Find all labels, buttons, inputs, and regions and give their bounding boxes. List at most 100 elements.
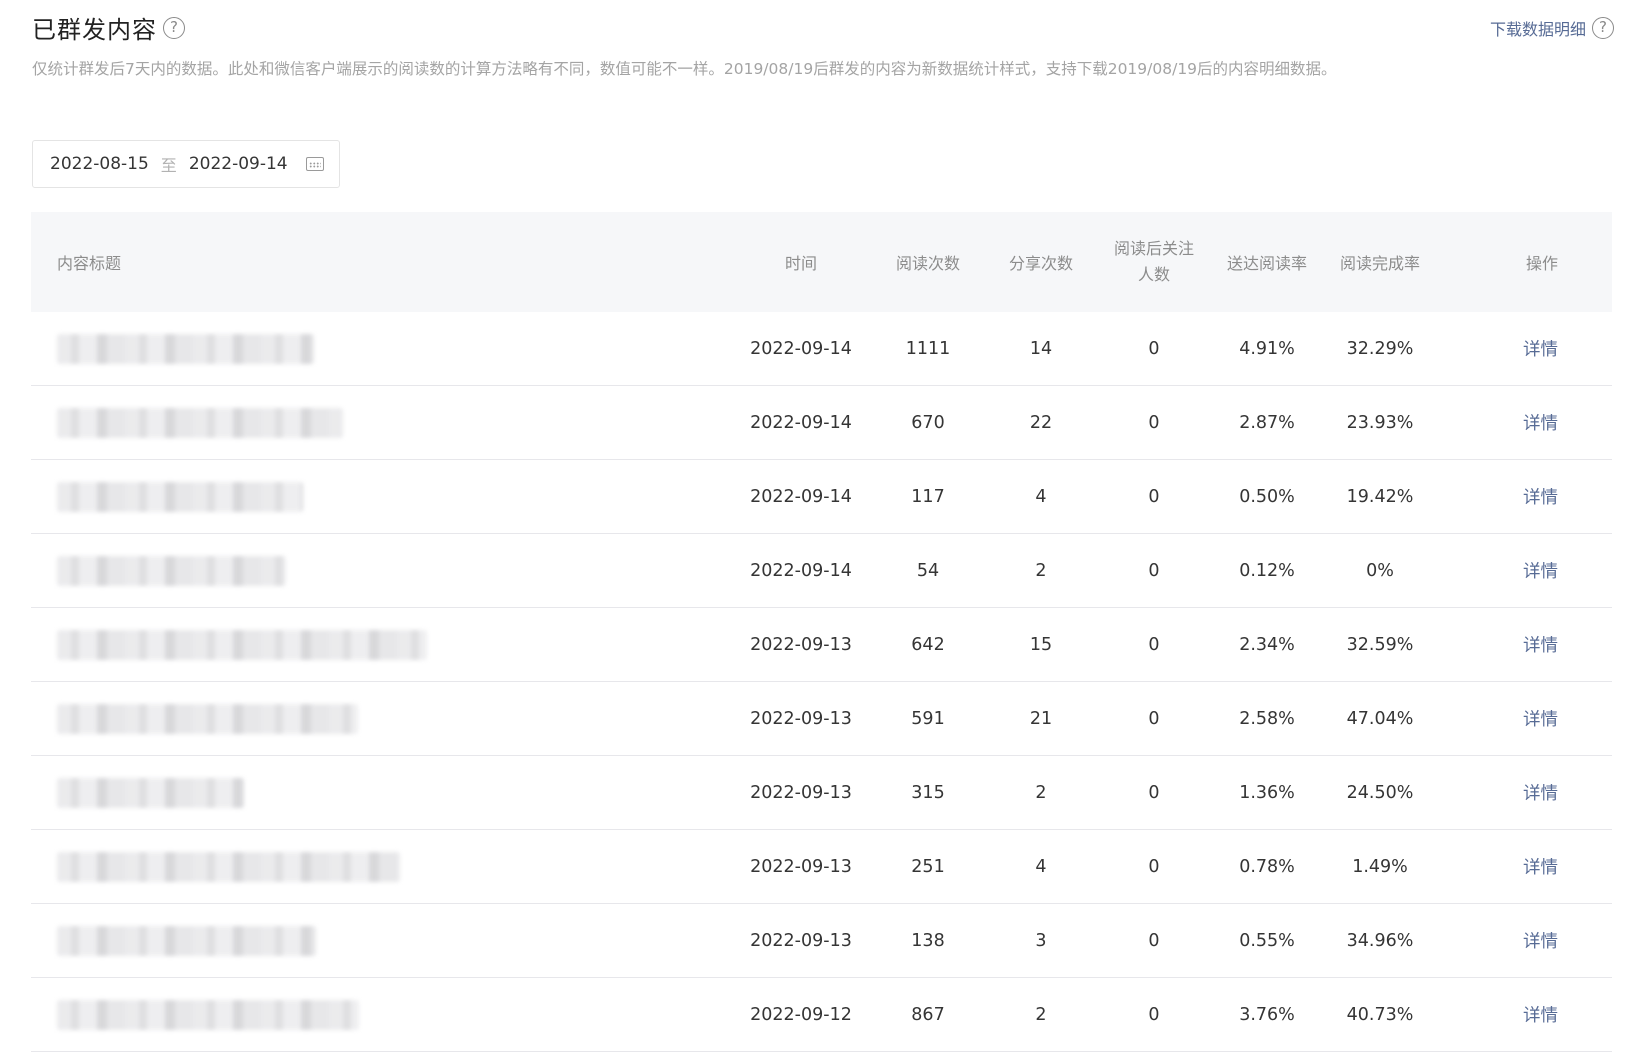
row-title[interactable]	[31, 629, 739, 660]
col-action-header: 操作	[1525, 254, 1558, 273]
date-separator: 至	[160, 156, 177, 175]
row-completion-rate: 32.29%	[1346, 338, 1414, 359]
row-delivery-rate: 2.87%	[1239, 412, 1295, 433]
row-date: 2022-09-14	[750, 338, 852, 359]
detail-link[interactable]: 详情	[1523, 340, 1558, 360]
row-title[interactable]	[31, 555, 739, 586]
row-shares: 3	[1035, 930, 1047, 951]
download-data-link[interactable]: 下载数据明细 ?	[1490, 16, 1614, 40]
row-title[interactable]	[31, 851, 739, 882]
row-completion-rate: 40.73%	[1346, 1004, 1414, 1025]
row-delivery-rate: 0.55%	[1239, 930, 1295, 951]
detail-link[interactable]: 详情	[1523, 710, 1558, 730]
row-delivery-rate: 0.12%	[1239, 560, 1295, 581]
redacted-title[interactable]	[57, 703, 358, 734]
calendar-icon[interactable]	[305, 157, 324, 171]
table-row: 2022-09-14 1111 14 0 4.91% 32.29% 详情	[31, 312, 1612, 386]
row-delivery-rate: 3.76%	[1239, 1004, 1295, 1025]
row-title[interactable]	[31, 999, 739, 1030]
row-follows: 0	[1148, 930, 1160, 951]
page-title-wrap: 已群发内容 ?	[32, 10, 185, 45]
date-end[interactable]: 2022-09-14	[189, 154, 288, 174]
row-date: 2022-09-14	[750, 486, 852, 507]
row-action[interactable]: 详情	[1445, 632, 1582, 657]
row-date: 2022-09-13	[750, 930, 852, 951]
download-help-icon[interactable]: ?	[1592, 17, 1614, 39]
redacted-title[interactable]	[57, 999, 359, 1030]
row-reads: 251	[911, 856, 945, 877]
detail-link[interactable]: 详情	[1523, 1006, 1558, 1026]
row-title[interactable]	[31, 481, 739, 512]
row-action[interactable]: 详情	[1445, 1002, 1582, 1027]
row-completion-rate: 19.42%	[1346, 486, 1414, 507]
redacted-title[interactable]	[57, 481, 303, 512]
row-action[interactable]: 详情	[1445, 336, 1582, 361]
content-table: 内容标题 时间 阅读次数 分享次数 阅读后关注 人数 送达阅读率 阅读完成率 操作…	[31, 212, 1612, 1052]
page-title: 已群发内容	[32, 16, 157, 44]
date-start[interactable]: 2022-08-15	[50, 154, 149, 174]
col-follows-header: 阅读后关注 人数	[1089, 236, 1219, 288]
row-reads: 867	[911, 1004, 945, 1025]
row-action[interactable]: 详情	[1445, 928, 1582, 953]
row-reads: 670	[911, 412, 945, 433]
row-delivery-rate: 4.91%	[1239, 338, 1295, 359]
row-action[interactable]: 详情	[1445, 854, 1582, 879]
row-shares: 22	[1029, 412, 1053, 433]
page: 已群发内容 ? 下载数据明细 ? 仅统计群发后7天内的数据。此处和微信客户端展示…	[0, 0, 1646, 1058]
row-shares: 14	[1029, 338, 1053, 359]
row-shares: 4	[1035, 486, 1047, 507]
row-title[interactable]	[31, 407, 739, 438]
row-date: 2022-09-14	[750, 560, 852, 581]
row-action[interactable]: 详情	[1445, 410, 1582, 435]
row-completion-rate: 0%	[1366, 560, 1394, 581]
detail-link[interactable]: 详情	[1523, 488, 1558, 508]
row-reads: 117	[911, 486, 945, 507]
row-completion-rate: 34.96%	[1346, 930, 1414, 951]
row-completion-rate: 32.59%	[1346, 634, 1414, 655]
row-action[interactable]: 详情	[1445, 484, 1582, 509]
row-action[interactable]: 详情	[1445, 780, 1582, 805]
row-date: 2022-09-13	[750, 782, 852, 803]
redacted-title[interactable]	[57, 851, 400, 882]
table-body: 2022-09-14 1111 14 0 4.91% 32.29% 详情 2022-09-14…	[31, 312, 1612, 1052]
col-completion-rate-header: 阅读完成率	[1339, 254, 1420, 273]
row-delivery-rate: 0.50%	[1239, 486, 1295, 507]
detail-link[interactable]: 详情	[1523, 636, 1558, 656]
detail-link[interactable]: 详情	[1523, 858, 1558, 878]
row-date: 2022-09-12	[750, 1004, 852, 1025]
row-delivery-rate: 1.36%	[1239, 782, 1295, 803]
table-row: 2022-09-13 315 2 0 1.36% 24.50% 详情	[31, 756, 1612, 830]
row-title[interactable]	[31, 777, 739, 808]
row-title[interactable]	[31, 703, 739, 734]
row-title[interactable]	[31, 333, 739, 364]
description-text: 仅统计群发后7天内的数据。此处和微信客户端展示的阅读数的计算方法略有不同，数值可…	[32, 60, 1337, 78]
detail-link[interactable]: 详情	[1523, 932, 1558, 952]
download-label[interactable]: 下载数据明细	[1490, 16, 1586, 40]
row-shares: 2	[1035, 560, 1047, 581]
detail-link[interactable]: 详情	[1523, 414, 1558, 434]
row-reads: 315	[911, 782, 945, 803]
redacted-title[interactable]	[57, 925, 316, 956]
row-reads: 591	[911, 708, 945, 729]
redacted-title[interactable]	[57, 407, 343, 438]
row-action[interactable]: 详情	[1445, 558, 1582, 583]
detail-link[interactable]: 详情	[1523, 784, 1558, 804]
table-row: 2022-09-13 591 21 0 2.58% 47.04% 详情	[31, 682, 1612, 756]
redacted-title[interactable]	[57, 629, 427, 660]
detail-link[interactable]: 详情	[1523, 562, 1558, 582]
date-range-picker[interactable]: 2022-08-15 至 2022-09-14	[32, 140, 340, 188]
row-action[interactable]: 详情	[1445, 706, 1582, 731]
help-icon[interactable]: ?	[163, 16, 185, 39]
table-row: 2022-09-12 867 2 0 3.76% 40.73% 详情	[31, 978, 1612, 1052]
table-row: 2022-09-13 138 3 0 0.55% 34.96% 详情	[31, 904, 1612, 978]
row-follows: 0	[1148, 708, 1160, 729]
redacted-title[interactable]	[57, 333, 314, 364]
redacted-title[interactable]	[57, 777, 244, 808]
table-row: 2022-09-14 117 4 0 0.50% 19.42% 详情	[31, 460, 1612, 534]
table-row: 2022-09-14 670 22 0 2.87% 23.93% 详情	[31, 386, 1612, 460]
row-title[interactable]	[31, 925, 739, 956]
row-shares: 2	[1035, 1004, 1047, 1025]
row-follows: 0	[1148, 338, 1160, 359]
redacted-title[interactable]	[57, 555, 286, 586]
col-reads-header: 阅读次数	[895, 254, 960, 273]
